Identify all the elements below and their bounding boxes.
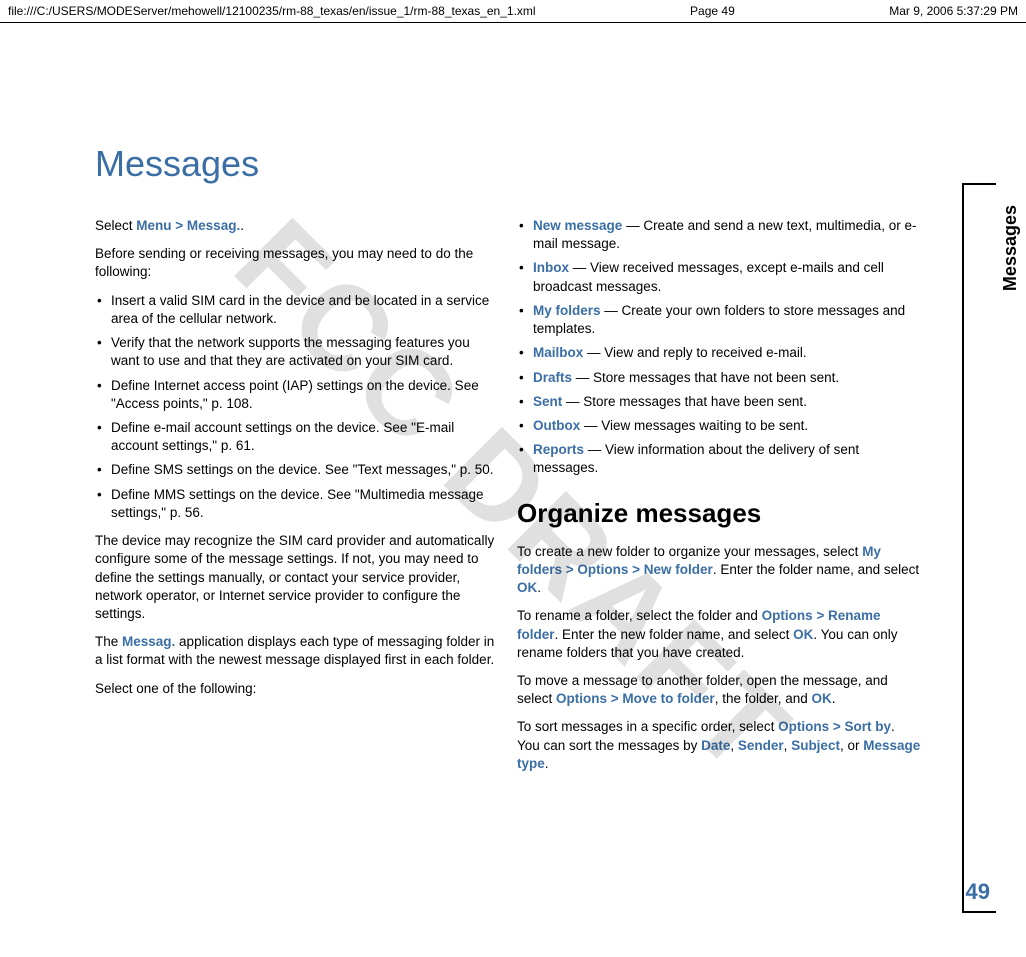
gt-icon: > — [607, 691, 622, 706]
paragraph: To rename a folder, select the folder an… — [517, 607, 921, 662]
right-column: New message — Create and send a new text… — [517, 217, 921, 783]
list-item: Outbox — View messages waiting to be sen… — [517, 417, 921, 435]
paragraph: To create a new folder to organize your … — [517, 543, 921, 598]
list-item: Define e-mail account settings on the de… — [95, 419, 499, 455]
list-item: Define Internet access point (IAP) setti… — [95, 377, 499, 413]
kw-inbox: Inbox — [533, 260, 569, 275]
list-item: Reports — View information about the del… — [517, 441, 921, 477]
paragraph: To sort messages in a specific order, se… — [517, 718, 921, 773]
kw-messag: Messag. — [122, 634, 175, 649]
gt-icon: > — [562, 562, 577, 577]
kw-sort-by: Sort by — [845, 719, 892, 734]
kw-options: Options — [762, 608, 813, 623]
text: — View received messages, except e-mails… — [533, 260, 884, 293]
list-item: New message — Create and send a new text… — [517, 217, 921, 253]
text: . Enter the folder name, and select — [713, 562, 919, 577]
list-item: Drafts — Store messages that have not be… — [517, 369, 921, 387]
kw-sender: Sender — [738, 738, 784, 753]
text: To create a new folder to organize your … — [517, 544, 862, 559]
list-item: Define SMS settings on the device. See "… — [95, 461, 499, 479]
side-tab: Messages — [962, 183, 996, 913]
side-tab-label: Messages — [1000, 205, 1021, 291]
text: . — [832, 691, 836, 706]
kw-outbox: Outbox — [533, 418, 580, 433]
kw-reports: Reports — [533, 442, 584, 457]
text: — Store messages that have not been sent… — [572, 370, 839, 385]
header-bar: file:///C:/USERS/MODEServer/mehowell/121… — [0, 0, 1026, 23]
kw-new-message: New message — [533, 218, 622, 233]
kw-ok: OK — [812, 691, 832, 706]
kw-menu: Menu — [136, 218, 171, 233]
text: The — [95, 634, 122, 649]
text: To sort messages in a specific order, se… — [517, 719, 778, 734]
kw-mailbox: Mailbox — [533, 345, 583, 360]
list-item: My folders — Create your own folders to … — [517, 302, 921, 338]
kw-messag: Messag. — [187, 218, 240, 233]
kw-drafts: Drafts — [533, 370, 572, 385]
kw-options: Options — [577, 562, 628, 577]
text: . — [545, 756, 549, 771]
kw-sent: Sent — [533, 394, 562, 409]
list-item: Inbox — View received messages, except e… — [517, 259, 921, 295]
intro-select: Select Menu > Messag.. — [95, 217, 499, 235]
kw-my-folders: My folders — [533, 303, 601, 318]
list-item: Verify that the network supports the mes… — [95, 334, 499, 370]
kw-date: Date — [701, 738, 730, 753]
two-columns: Select Menu > Messag.. Before sending or… — [95, 217, 956, 783]
text: — View messages waiting to be sent. — [580, 418, 808, 433]
page-title: Messages — [95, 143, 956, 185]
text: . Enter the new folder name, and select — [555, 627, 794, 642]
text: To rename a folder, select the folder an… — [517, 608, 762, 623]
gt-icon: > — [172, 218, 187, 233]
left-column: Select Menu > Messag.. Before sending or… — [95, 217, 499, 783]
kw-new-folder: New folder — [644, 562, 713, 577]
file-path: file:///C:/USERS/MODEServer/mehowell/121… — [8, 4, 536, 18]
list-item: Insert a valid SIM card in the device an… — [95, 292, 499, 328]
text: Select — [95, 218, 136, 233]
page-number: 49 — [966, 879, 990, 905]
kw-ok: OK — [517, 580, 537, 595]
page-indicator: Page 49 — [690, 4, 735, 18]
text: , the folder, and — [715, 691, 812, 706]
kw-subject: Subject — [791, 738, 840, 753]
text: . — [537, 580, 541, 595]
text: . — [240, 218, 244, 233]
gt-icon: > — [813, 608, 828, 623]
kw-ok: OK — [793, 627, 813, 642]
kw-options: Options — [556, 691, 607, 706]
paragraph: Select one of the following: — [95, 680, 499, 698]
kw-options: Options — [778, 719, 829, 734]
text: — View and reply to received e-mail. — [583, 345, 806, 360]
gt-icon: > — [628, 562, 643, 577]
paragraph: The device may recognize the SIM card pr… — [95, 532, 499, 623]
folder-options-list: New message — Create and send a new text… — [517, 217, 921, 478]
gt-icon: > — [829, 719, 844, 734]
list-item: Mailbox — View and reply to received e-m… — [517, 344, 921, 362]
setup-list: Insert a valid SIM card in the device an… — [95, 292, 499, 522]
text: , or — [840, 738, 863, 753]
kw-move-to-folder: Move to folder — [622, 691, 714, 706]
list-item: Define MMS settings on the device. See "… — [95, 486, 499, 522]
paragraph: The Messag. application displays each ty… — [95, 633, 499, 669]
text: — Store messages that have been sent. — [562, 394, 807, 409]
intro-before: Before sending or receiving messages, yo… — [95, 245, 499, 281]
text: , — [730, 738, 738, 753]
paragraph: To move a message to another folder, ope… — [517, 672, 921, 708]
page-body: FCC DRAFT Messages 49 Messages Select Me… — [0, 23, 1026, 943]
section-heading: Organize messages — [517, 496, 921, 531]
list-item: Sent — Store messages that have been sen… — [517, 393, 921, 411]
timestamp: Mar 9, 2006 5:37:29 PM — [889, 4, 1018, 18]
